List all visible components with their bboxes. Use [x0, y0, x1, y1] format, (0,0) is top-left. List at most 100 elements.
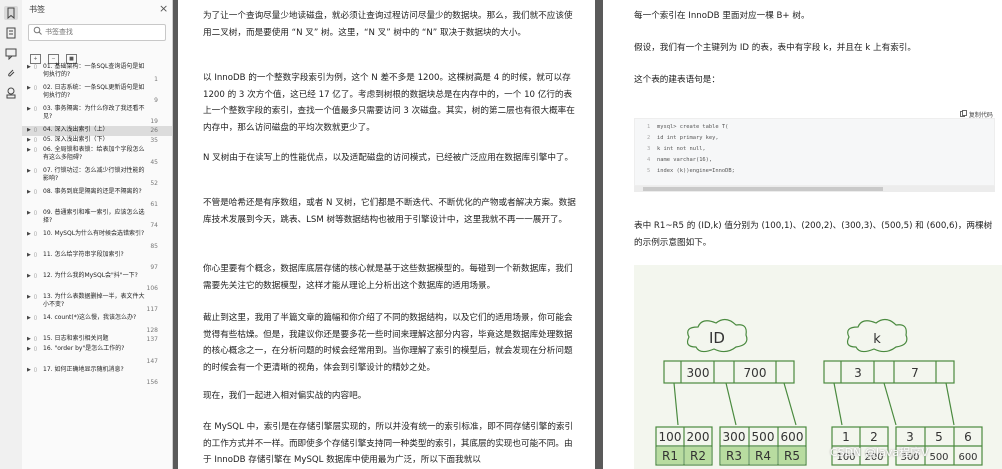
search-input[interactable] — [45, 26, 157, 37]
code-block: 1 mysql> create table T(2 id int primary k… — [634, 118, 995, 186]
id-tree-label: ID — [709, 329, 725, 347]
bookmark-search[interactable] — [28, 24, 166, 41]
k-root-key: 3 — [854, 366, 862, 380]
toc-item-page: 45 — [150, 159, 158, 166]
id-leaf-key: 500 — [752, 430, 775, 444]
expand-arrow-icon[interactable]: ▶ — [27, 231, 31, 237]
bplus-tree-diagram: ID k 300 700 3 7 100 200 300 500 600 R1 … — [634, 265, 1002, 469]
expand-arrow-icon[interactable]: ▶ — [27, 64, 31, 70]
expand-arrow-icon[interactable]: ▶ — [27, 85, 31, 91]
toc-item[interactable]: ▶ ▯ 04. 深入浅出索引（上） 26 — [22, 126, 172, 136]
paragraph: 你心里要有个概念，数据库底层存储的核心就是基于这些数据模型的。每碰到一个新数据库… — [203, 264, 573, 291]
toc-item-label: 17. 如何正确地显示随机消息? — [43, 366, 124, 373]
k-root-key: 7 — [911, 366, 919, 380]
code-line: 5 index (k))engine=InnoDB; — [647, 168, 735, 174]
toc-item[interactable]: ▶ ▯ 01. 基础架构：一条SQL查询语句是如何执行的? 1 — [22, 63, 172, 84]
k-tree-label: k — [873, 332, 881, 347]
k-leaf-key: 3 — [906, 430, 914, 444]
toc-item[interactable]: ▶ ▯ 13. 为什么表数据删掉一半，表文件大小不变? 117 — [22, 293, 172, 314]
toc-item-page: 85 — [150, 243, 158, 250]
expand-arrow-icon[interactable]: ▶ — [27, 336, 31, 342]
toc-item-page: 9 — [154, 97, 158, 104]
expand-arrow-icon[interactable]: ▶ — [27, 189, 31, 195]
toc-item-label: 02. 日志系统：一条SQL更新语句是如何执行的? — [43, 84, 145, 99]
expand-arrow-icon[interactable]: ▶ — [27, 147, 31, 153]
close-icon[interactable]: × — [159, 2, 168, 16]
id-leaf-row: R3 — [726, 449, 742, 463]
expand-arrow-icon[interactable]: ▶ — [27, 315, 31, 321]
bookmark-item-icon: ▯ — [34, 252, 37, 258]
expand-arrow-icon[interactable]: ▶ — [27, 137, 31, 143]
code-line: 3 k int not null, — [647, 146, 706, 152]
paragraph: 现在，我们一起进入相对偏实战的内容吧。 — [203, 391, 367, 401]
expand-arrow-icon[interactable]: ▶ — [27, 252, 31, 258]
expand-arrow-icon[interactable]: ▶ — [27, 273, 31, 279]
annotation-icon[interactable] — [4, 46, 18, 61]
toc-item[interactable]: ▶ ▯ 14. count(*)这么慢，我该怎么办? 128 — [22, 314, 172, 335]
toc-item-label: 16. "order by"是怎么工作的? — [43, 345, 125, 352]
expand-arrow-icon[interactable]: ▶ — [27, 168, 31, 174]
toc-item-label: 09. 普通索引和唯一索引，应该怎么选择? — [43, 209, 145, 224]
toc-item-label: 12. 为什么我的MySQL会"抖"一下? — [43, 272, 138, 279]
bookmark-item-icon: ▯ — [34, 315, 37, 321]
id-leaf-row: R2 — [690, 449, 706, 463]
id-root-key: 700 — [744, 366, 767, 380]
stamp-icon[interactable] — [4, 86, 18, 100]
expand-arrow-icon[interactable]: ▶ — [27, 367, 31, 373]
thumbnail-icon[interactable] — [4, 26, 18, 40]
code-line: 1 mysql> create table T( — [647, 124, 728, 130]
attachment-icon[interactable] — [4, 66, 18, 80]
id-leaf-key: 600 — [781, 430, 804, 444]
toc-item[interactable]: ▶ ▯ 08. 事务到底是隔离的还是不隔离的? 61 — [22, 188, 172, 209]
toc-item-page: 26 — [150, 127, 158, 134]
toc-item-page: 128 — [146, 327, 158, 334]
toc-item-label: 15. 日志和索引相关问题 — [43, 335, 109, 342]
page-left: 为了让一个查询尽量少地读磁盘，就必须让查询过程访问尽量少的数据块。那么，我们就不… — [178, 0, 595, 469]
bookmark-panel: 书签 × +−■ ▶▯01. 基础架构：一条SQL查询语句是如何执行的?1▶▯0… — [22, 0, 173, 469]
code-line-number: 5 — [647, 168, 651, 174]
paragraph: 表中 R1~R5 的 (ID,k) 值分别为 (100,1)、(200,2)、(… — [634, 221, 993, 248]
paragraph: 假设，我们有一个主键列为 ID 的表，表中有字段 k，并且在 k 上有索引。 — [634, 43, 916, 53]
code-scrollbar[interactable] — [634, 186, 995, 192]
toc-item[interactable]: ▶ ▯ 15. 日志和索引相关问题 137 — [22, 335, 172, 345]
bookmark-item-icon: ▯ — [34, 85, 37, 91]
toc-item-page: 35 — [150, 137, 158, 144]
toc-item-label: 08. 事务到底是隔离的还是不隔离的? — [43, 188, 142, 195]
k-leaf-key: 6 — [964, 430, 972, 444]
id-leaf-row: R1 — [662, 449, 678, 463]
code-line: 4 name varchar(16), — [647, 157, 712, 163]
toc-item-label: 10. MySQL为什么有时候会选错索引? — [43, 230, 145, 237]
id-leaf-key: 200 — [687, 430, 710, 444]
expand-arrow-icon[interactable]: ▶ — [27, 346, 31, 352]
toc-item-page: 147 — [146, 358, 158, 365]
toc-item[interactable]: ▶ ▯ 11. 怎么给字符串字段加索引? 97 — [22, 251, 172, 272]
tool-rail — [0, 0, 23, 469]
toc-item[interactable]: ▶ ▯ 02. 日志系统：一条SQL更新语句是如何执行的? 9 — [22, 84, 172, 105]
toc-item[interactable]: ▶ ▯ 03. 事务隔离：为什么你改了我还看不见? 19 — [22, 105, 172, 126]
toc-item[interactable]: ▶ ▯ 06. 全局锁和表锁：给表加个字段怎么有这么多阻碍? 45 — [22, 146, 172, 167]
toc-item-page: 52 — [150, 180, 158, 187]
k-leaf-key: 1 — [842, 430, 850, 444]
bookmark-icon[interactable] — [4, 6, 18, 20]
panel-header: 书签 × — [22, 0, 172, 20]
bookmark-item-icon: ▯ — [34, 137, 37, 143]
bookmark-item-icon: ▯ — [34, 147, 37, 153]
expand-arrow-icon[interactable]: ▶ — [27, 106, 31, 112]
bookmark-item-icon: ▯ — [34, 189, 37, 195]
toc-item[interactable]: ▶ ▯ 16. "order by"是怎么工作的? 147 — [22, 345, 172, 366]
expand-arrow-icon[interactable]: ▶ — [27, 127, 31, 133]
toc-item[interactable]: ▶ ▯ 09. 普通索引和唯一索引，应该怎么选择? 74 — [22, 209, 172, 230]
toc-item[interactable]: ▶ ▯ 07. 行锁功过：怎么减少行锁对性能的影响? 52 — [22, 167, 172, 188]
toc-item-label: 11. 怎么给字符串字段加索引? — [43, 251, 124, 258]
toc-item[interactable]: ▶ ▯ 17. 如何正确地显示随机消息? 156 — [22, 366, 172, 387]
toc-item-page: 156 — [146, 379, 158, 386]
search-icon — [33, 26, 42, 39]
expand-arrow-icon[interactable]: ▶ — [27, 210, 31, 216]
bookmark-item-icon: ▯ — [34, 231, 37, 237]
paragraph: N 叉树由于在读写上的性能优点，以及适配磁盘的访问模式，已经被广泛应用在数据库引… — [203, 153, 574, 163]
toc-item[interactable]: ▶ ▯ 12. 为什么我的MySQL会"抖"一下? 106 — [22, 272, 172, 293]
code-scrollbar-thumb[interactable] — [643, 187, 883, 191]
expand-arrow-icon[interactable]: ▶ — [27, 294, 31, 300]
toc-item[interactable]: ▶ ▯ 10. MySQL为什么有时候会选错索引? 85 — [22, 230, 172, 251]
toc-item[interactable]: ▶ ▯ 05. 深入浅出索引（下） 35 — [22, 136, 172, 146]
